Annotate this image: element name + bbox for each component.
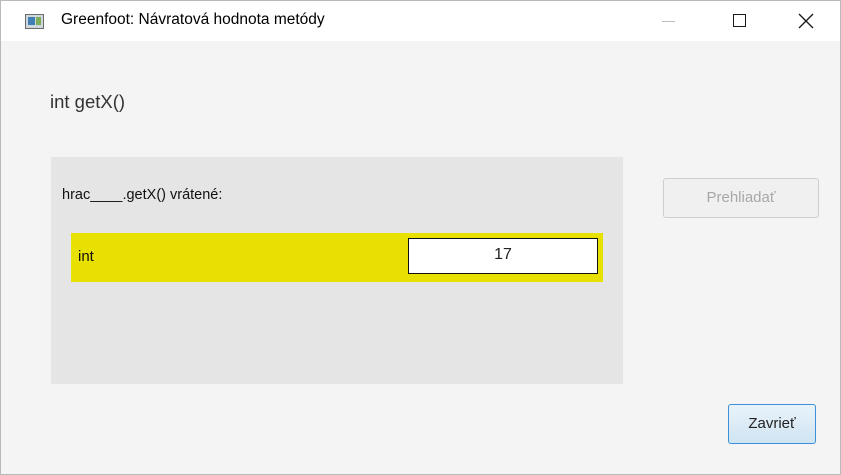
- close-window-button[interactable]: [783, 1, 829, 41]
- maximize-icon: [733, 14, 746, 27]
- return-type: int: [78, 248, 94, 265]
- close-button[interactable]: Zavrieť: [728, 404, 816, 444]
- title-bar[interactable]: Greenfoot: Návratová hodnota metódy: [1, 1, 840, 41]
- method-signature: int getX(): [50, 91, 126, 112]
- dialog-window: Greenfoot: Návratová hodnota metódy int …: [0, 0, 841, 475]
- maximize-button[interactable]: [716, 1, 762, 41]
- result-label: hrac____.getX() vrátené:: [62, 187, 223, 203]
- window-title: Greenfoot: Návratová hodnota metódy: [61, 11, 325, 28]
- return-value-row[interactable]: int 17: [71, 233, 603, 282]
- minimize-button: [646, 1, 692, 41]
- inspect-button[interactable]: Prehliadať: [663, 178, 819, 218]
- result-panel: hrac____.getX() vrátené: int 17: [51, 157, 623, 384]
- greenfoot-app-icon: [25, 14, 44, 29]
- return-value-field[interactable]: 17: [408, 238, 598, 274]
- return-value: 17: [494, 246, 512, 263]
- close-icon: [798, 13, 814, 29]
- minimize-icon: [662, 21, 675, 22]
